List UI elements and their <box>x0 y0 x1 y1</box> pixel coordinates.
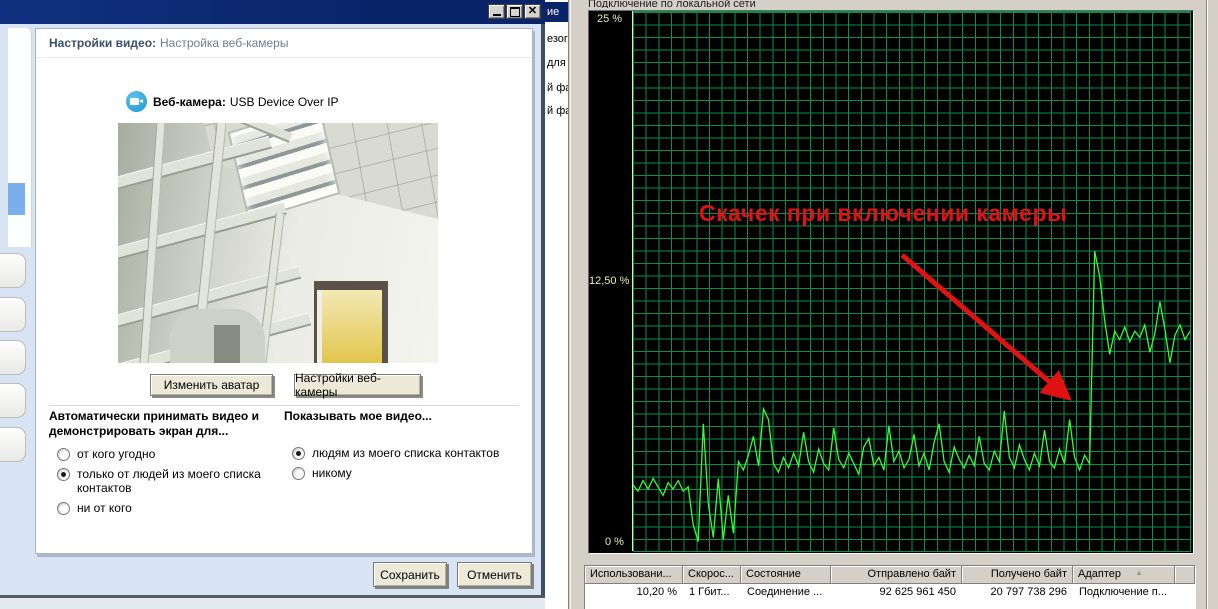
network-utilization-chart <box>589 11 1193 553</box>
sidebar-selected-item-fragment[interactable] <box>8 183 25 215</box>
panel-highlight-edge <box>570 0 571 609</box>
minimize-icon <box>493 14 501 16</box>
auto-accept-group: Автоматически принимать видео и демонстр… <box>49 409 287 521</box>
background-text-fragment: для <box>547 57 566 69</box>
sidebar-tab-fragment[interactable] <box>0 427 26 462</box>
webcam-icon <box>126 91 147 112</box>
show-video-options: людям из моего списка контактов никому <box>284 446 524 480</box>
table-cell[interactable]: Подключение п... <box>1073 586 1175 602</box>
column-header-label: Состояние <box>746 568 801 580</box>
preview-door-light <box>322 290 382 363</box>
radio-icon[interactable] <box>57 502 70 515</box>
background-text-fragment: й фа <box>547 105 568 117</box>
background-text-fragment: й фа <box>547 82 568 94</box>
column-header-label: Отправлено байт <box>867 568 956 580</box>
column-header[interactable]: Скорос... <box>683 566 741 584</box>
maximize-icon <box>510 7 520 17</box>
close-button[interactable]: ✕ <box>524 4 541 19</box>
show-video-group: Показывать мое видео... людям из моего с… <box>284 409 524 486</box>
minimize-button[interactable] <box>488 4 505 19</box>
sidebar-tab-fragment[interactable] <box>0 297 26 332</box>
radio-label: людям из моего списка контактов <box>312 446 499 460</box>
skype-titlebar[interactable] <box>0 0 545 24</box>
table-header-row: Использовани... Скорос... Состояние Отправл… <box>585 566 1195 584</box>
cancel-button[interactable]: Отменить <box>457 562 532 587</box>
table-cell[interactable]: 20 797 738 296 <box>962 586 1073 602</box>
background-text-fragment: езог <box>547 33 568 45</box>
webcam-preview <box>118 123 438 363</box>
column-header-label: Адаптер <box>1078 568 1121 580</box>
sidebar-tab-fragment[interactable] <box>0 340 26 375</box>
annotation-arrow <box>902 255 1065 395</box>
desktop-screenshot: ✕ Настройки видео: Настройка веб-камеры В… <box>0 0 1218 609</box>
auto-accept-option[interactable]: только от людей из моего списка контакто… <box>57 467 287 495</box>
utilization-line <box>633 251 1190 541</box>
change-avatar-button[interactable]: Изменить аватар <box>150 374 273 396</box>
network-utilization-graph: 25 % 12,50 % 0 % Скачек при включении ка… <box>588 10 1194 554</box>
sidebar-tab-fragment[interactable] <box>0 383 26 418</box>
table-cell[interactable]: 10,20 % <box>585 586 683 602</box>
radio-icon[interactable] <box>292 467 305 480</box>
area-below-window <box>0 598 568 609</box>
show-video-option[interactable]: людям из моего списка контактов <box>292 446 524 460</box>
graph-title-clipped: Подключение по локальной сети <box>588 0 918 8</box>
save-button[interactable]: Сохранить <box>373 562 447 587</box>
column-header[interactable]: Использовани... <box>585 566 683 584</box>
auto-accept-options: от кого угодно только от людей из моего с… <box>49 447 287 515</box>
radio-label: только от людей из моего списка контакто… <box>77 467 272 495</box>
video-settings-dialog: Настройки видео: Настройка веб-камеры Веб… <box>35 28 533 554</box>
section-divider <box>49 405 519 406</box>
column-header[interactable]: Отправлено байт <box>831 566 962 584</box>
auto-accept-option[interactable]: от кого угодно <box>57 447 287 461</box>
table-cell[interactable]: Соединение ... <box>741 586 831 602</box>
webcam-icon-body <box>130 98 139 105</box>
table-cell[interactable]: 1 Гбит... <box>683 586 741 602</box>
frame-ridge-light <box>1207 0 1208 609</box>
column-header[interactable]: Состояние <box>741 566 831 584</box>
sidebar-tab-fragment[interactable] <box>0 253 26 288</box>
radio-selected-icon[interactable] <box>292 447 305 460</box>
auto-accept-option[interactable]: ни от кого <box>57 501 287 515</box>
radio-label: ни от кого <box>77 501 132 515</box>
background-selected-item-fragment: ие <box>545 2 568 22</box>
radio-label: никому <box>312 466 352 480</box>
dialog-title: Настройки видео: <box>49 36 156 50</box>
webcam-settings-button[interactable]: Настройки веб-камеры <box>294 374 421 396</box>
sort-asc-icon: ▲ <box>1135 568 1143 578</box>
window-right-frame <box>1196 0 1218 609</box>
close-icon: ✕ <box>528 6 537 17</box>
radio-label: от кого угодно <box>77 447 155 461</box>
webcam-device-line: Веб-камера: USB Device Over IP <box>153 95 339 109</box>
dialog-header: Настройки видео: Настройка веб-камеры <box>36 29 532 58</box>
maximize-button[interactable] <box>506 4 523 19</box>
column-header[interactable]: Адаптер ▲ <box>1073 566 1175 584</box>
dialog-subtitle: Настройка веб-камеры <box>160 36 288 50</box>
show-video-option[interactable]: никому <box>292 466 524 480</box>
show-video-title: Показывать мое видео... <box>284 409 524 424</box>
table-cell[interactable]: 92 625 961 450 <box>831 586 962 602</box>
graph-title-text: Подключение по локальной сети <box>588 0 756 8</box>
radio-icon[interactable] <box>57 448 70 461</box>
column-header-label: Скорос... <box>688 568 734 580</box>
background-window-strip: ие езог для й фа й фа <box>545 0 568 609</box>
webcam-icon-lens <box>139 99 143 103</box>
table-data-row: 10,20 %1 Гбит...Соединение ...92 625 961… <box>585 586 1195 602</box>
preview-doorway <box>314 281 388 363</box>
annotation-text: Скачек при включении камеры <box>699 200 1067 227</box>
column-header-label: Получено байт <box>991 568 1067 580</box>
radio-selected-icon[interactable] <box>57 468 70 481</box>
auto-accept-title: Автоматически принимать видео и демонстр… <box>49 409 287 439</box>
webcam-label: Веб-камера: <box>153 95 226 109</box>
webcam-device-name: USB Device Over IP <box>230 95 339 109</box>
column-header-label: Использовани... <box>590 568 672 580</box>
adapter-table: Использовани... Скорос... Состояние Отправл… <box>584 565 1196 609</box>
column-header-filler <box>1175 566 1195 584</box>
column-header[interactable]: Получено байт <box>962 566 1073 584</box>
preview-foreground-object <box>214 325 240 363</box>
